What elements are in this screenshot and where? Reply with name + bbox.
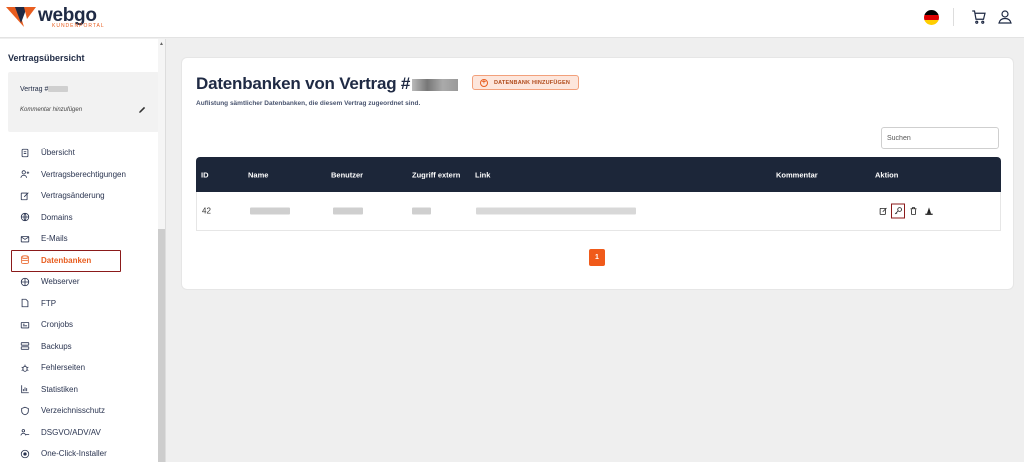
user-plus-icon (20, 170, 30, 179)
col-header-id[interactable]: ID (201, 170, 209, 179)
redacted-user (333, 207, 363, 215)
sidebar-item-statistiken[interactable]: Statistiken (0, 379, 159, 401)
edit-icon (20, 192, 29, 200)
sidebar-item-emails[interactable]: E-Mails (0, 228, 159, 250)
sidebar-item-label: Verzeichnisschutz (41, 406, 106, 416)
sidebar-item-cronjobs[interactable]: Cronjobs (0, 314, 159, 336)
sidebar-item-ftp[interactable]: FTP (0, 293, 159, 315)
sidebar: Vertragsübersicht Vertrag # Kommentar hi… (0, 39, 166, 462)
databases-card: Datenbanken von Vertrag # + DATENBANK HI… (181, 57, 1014, 290)
globe-icon (20, 213, 30, 222)
user-account-icon[interactable] (996, 8, 1014, 26)
server-globe-icon (20, 277, 30, 286)
logo-mark-icon (6, 7, 36, 27)
sidebar-item-label: DSGVO/ADV/AV (41, 427, 101, 437)
sidebar-item-backups[interactable]: Backups (0, 336, 159, 358)
scroll-up-arrow-icon[interactable]: ▲ (159, 41, 164, 47)
sidebar-item-one-click-installer[interactable]: One-Click-Installer (0, 443, 159, 462)
plus-icon: + (480, 78, 488, 87)
wizard-hat-icon[interactable] (924, 206, 934, 216)
col-header-aktion: Aktion (875, 170, 899, 179)
sidebar-item-label: One-Click-Installer (41, 449, 107, 459)
col-header-benutzer[interactable]: Benutzer (331, 170, 363, 179)
webgo-logo[interactable]: webgo KUNDENPORTAL (6, 5, 105, 29)
sidebar-item-label: Backups (41, 341, 72, 351)
contract-label: Vertrag # (20, 86, 49, 93)
cart-icon[interactable] (970, 8, 988, 26)
sidebar-item-label: E-Mails (41, 234, 68, 244)
table-row: 42 (196, 192, 1001, 231)
sidebar-item-domains[interactable]: Domains (0, 207, 159, 229)
col-header-name[interactable]: Name (248, 170, 268, 179)
trash-icon[interactable] (908, 206, 918, 216)
redacted-link (476, 207, 636, 215)
sidebar-item-datenbanken[interactable]: Datenbanken (0, 249, 159, 272)
language-flag-de-icon[interactable] (924, 9, 939, 25)
sidebar-item-dsgvo[interactable]: DSGVO/ADV/AV (0, 422, 159, 444)
sidebar-item-label: Statistiken (41, 384, 78, 394)
sidebar-item-label: Vertragsänderung (41, 191, 105, 201)
search-input[interactable] (881, 127, 999, 149)
bug-icon (21, 364, 29, 372)
sidebar-scroll-thumb[interactable] (158, 229, 165, 462)
key-icon[interactable] (891, 203, 905, 219)
backup-icon (20, 342, 30, 350)
redacted-external-access (412, 207, 431, 215)
col-header-kommentar[interactable]: Kommentar (776, 170, 818, 179)
clock-icon (20, 321, 30, 329)
sidebar-item-verzeichnisschutz[interactable]: Verzeichnisschutz (0, 400, 159, 422)
add-database-label: DATENBANK HINZUFÜGEN (494, 79, 571, 86)
sidebar-item-label: Domains (41, 212, 73, 222)
sidebar-item-vertragsberechtigungen[interactable]: Vertragsberechtigungen (0, 164, 159, 186)
add-database-button[interactable]: + DATENBANK HINZUFÜGEN (472, 75, 580, 90)
row-actions (878, 203, 937, 219)
sidebar-item-label: Vertragsberechtigungen (41, 169, 126, 179)
page-title-text: Datenbanken von Vertrag # (196, 74, 411, 93)
contract-name: Vertrag # (20, 86, 69, 93)
sidebar-item-label: Fehlerseiten (41, 363, 86, 373)
sidebar-menu: Übersicht Vertragsberechtigungen Vertrag… (0, 142, 159, 462)
edit-icon[interactable] (878, 206, 888, 216)
col-header-zugriff-extern[interactable]: Zugriff extern (412, 170, 460, 179)
sidebar-item-label: Webserver (41, 277, 80, 287)
users-icon (20, 429, 30, 436)
redacted-name (250, 207, 290, 215)
install-icon (20, 449, 30, 458)
chart-icon (21, 385, 29, 394)
pencil-icon[interactable] (138, 105, 147, 114)
document-icon (21, 148, 29, 157)
sidebar-item-fehlerseiten[interactable]: Fehlerseiten (0, 357, 159, 379)
sidebar-item-vertragsaenderung[interactable]: Vertragsänderung (0, 185, 159, 207)
sidebar-item-label: FTP (41, 298, 57, 308)
table-header: ID Name Benutzer Zugriff extern Link Kom… (196, 157, 1001, 192)
header-divider (953, 8, 954, 26)
redacted-contract-number (412, 78, 459, 91)
sidebar-title: Vertragsübersicht (8, 53, 85, 63)
redacted-contract-number (48, 86, 69, 93)
contract-box: Vertrag # Kommentar hinzufügen (8, 72, 159, 132)
col-header-link[interactable]: Link (475, 170, 490, 179)
page-subtitle: Auflistung sämtlicher Datenbanken, die d… (196, 100, 421, 107)
top-header: webgo KUNDENPORTAL (0, 0, 1024, 38)
sidebar-item-uebersicht[interactable]: Übersicht (0, 142, 159, 164)
file-icon (21, 299, 29, 308)
sidebar-item-label: Cronjobs (41, 320, 74, 330)
page-title: Datenbanken von Vertrag # (196, 74, 459, 94)
logo-subtext: KUNDENPORTAL (52, 22, 105, 29)
shield-icon (21, 406, 29, 415)
contract-comment-placeholder: Kommentar hinzufügen (20, 107, 83, 113)
cell-id: 42 (202, 206, 211, 216)
sidebar-item-label: Übersicht (41, 148, 75, 158)
databases-table: ID Name Benutzer Zugriff extern Link Kom… (196, 157, 1001, 231)
active-highlight (11, 249, 121, 272)
pagination-page-1[interactable]: 1 (589, 249, 605, 266)
mail-icon (20, 235, 30, 243)
sidebar-item-webserver[interactable]: Webserver (0, 271, 159, 293)
logo-text: webgo (38, 4, 97, 26)
